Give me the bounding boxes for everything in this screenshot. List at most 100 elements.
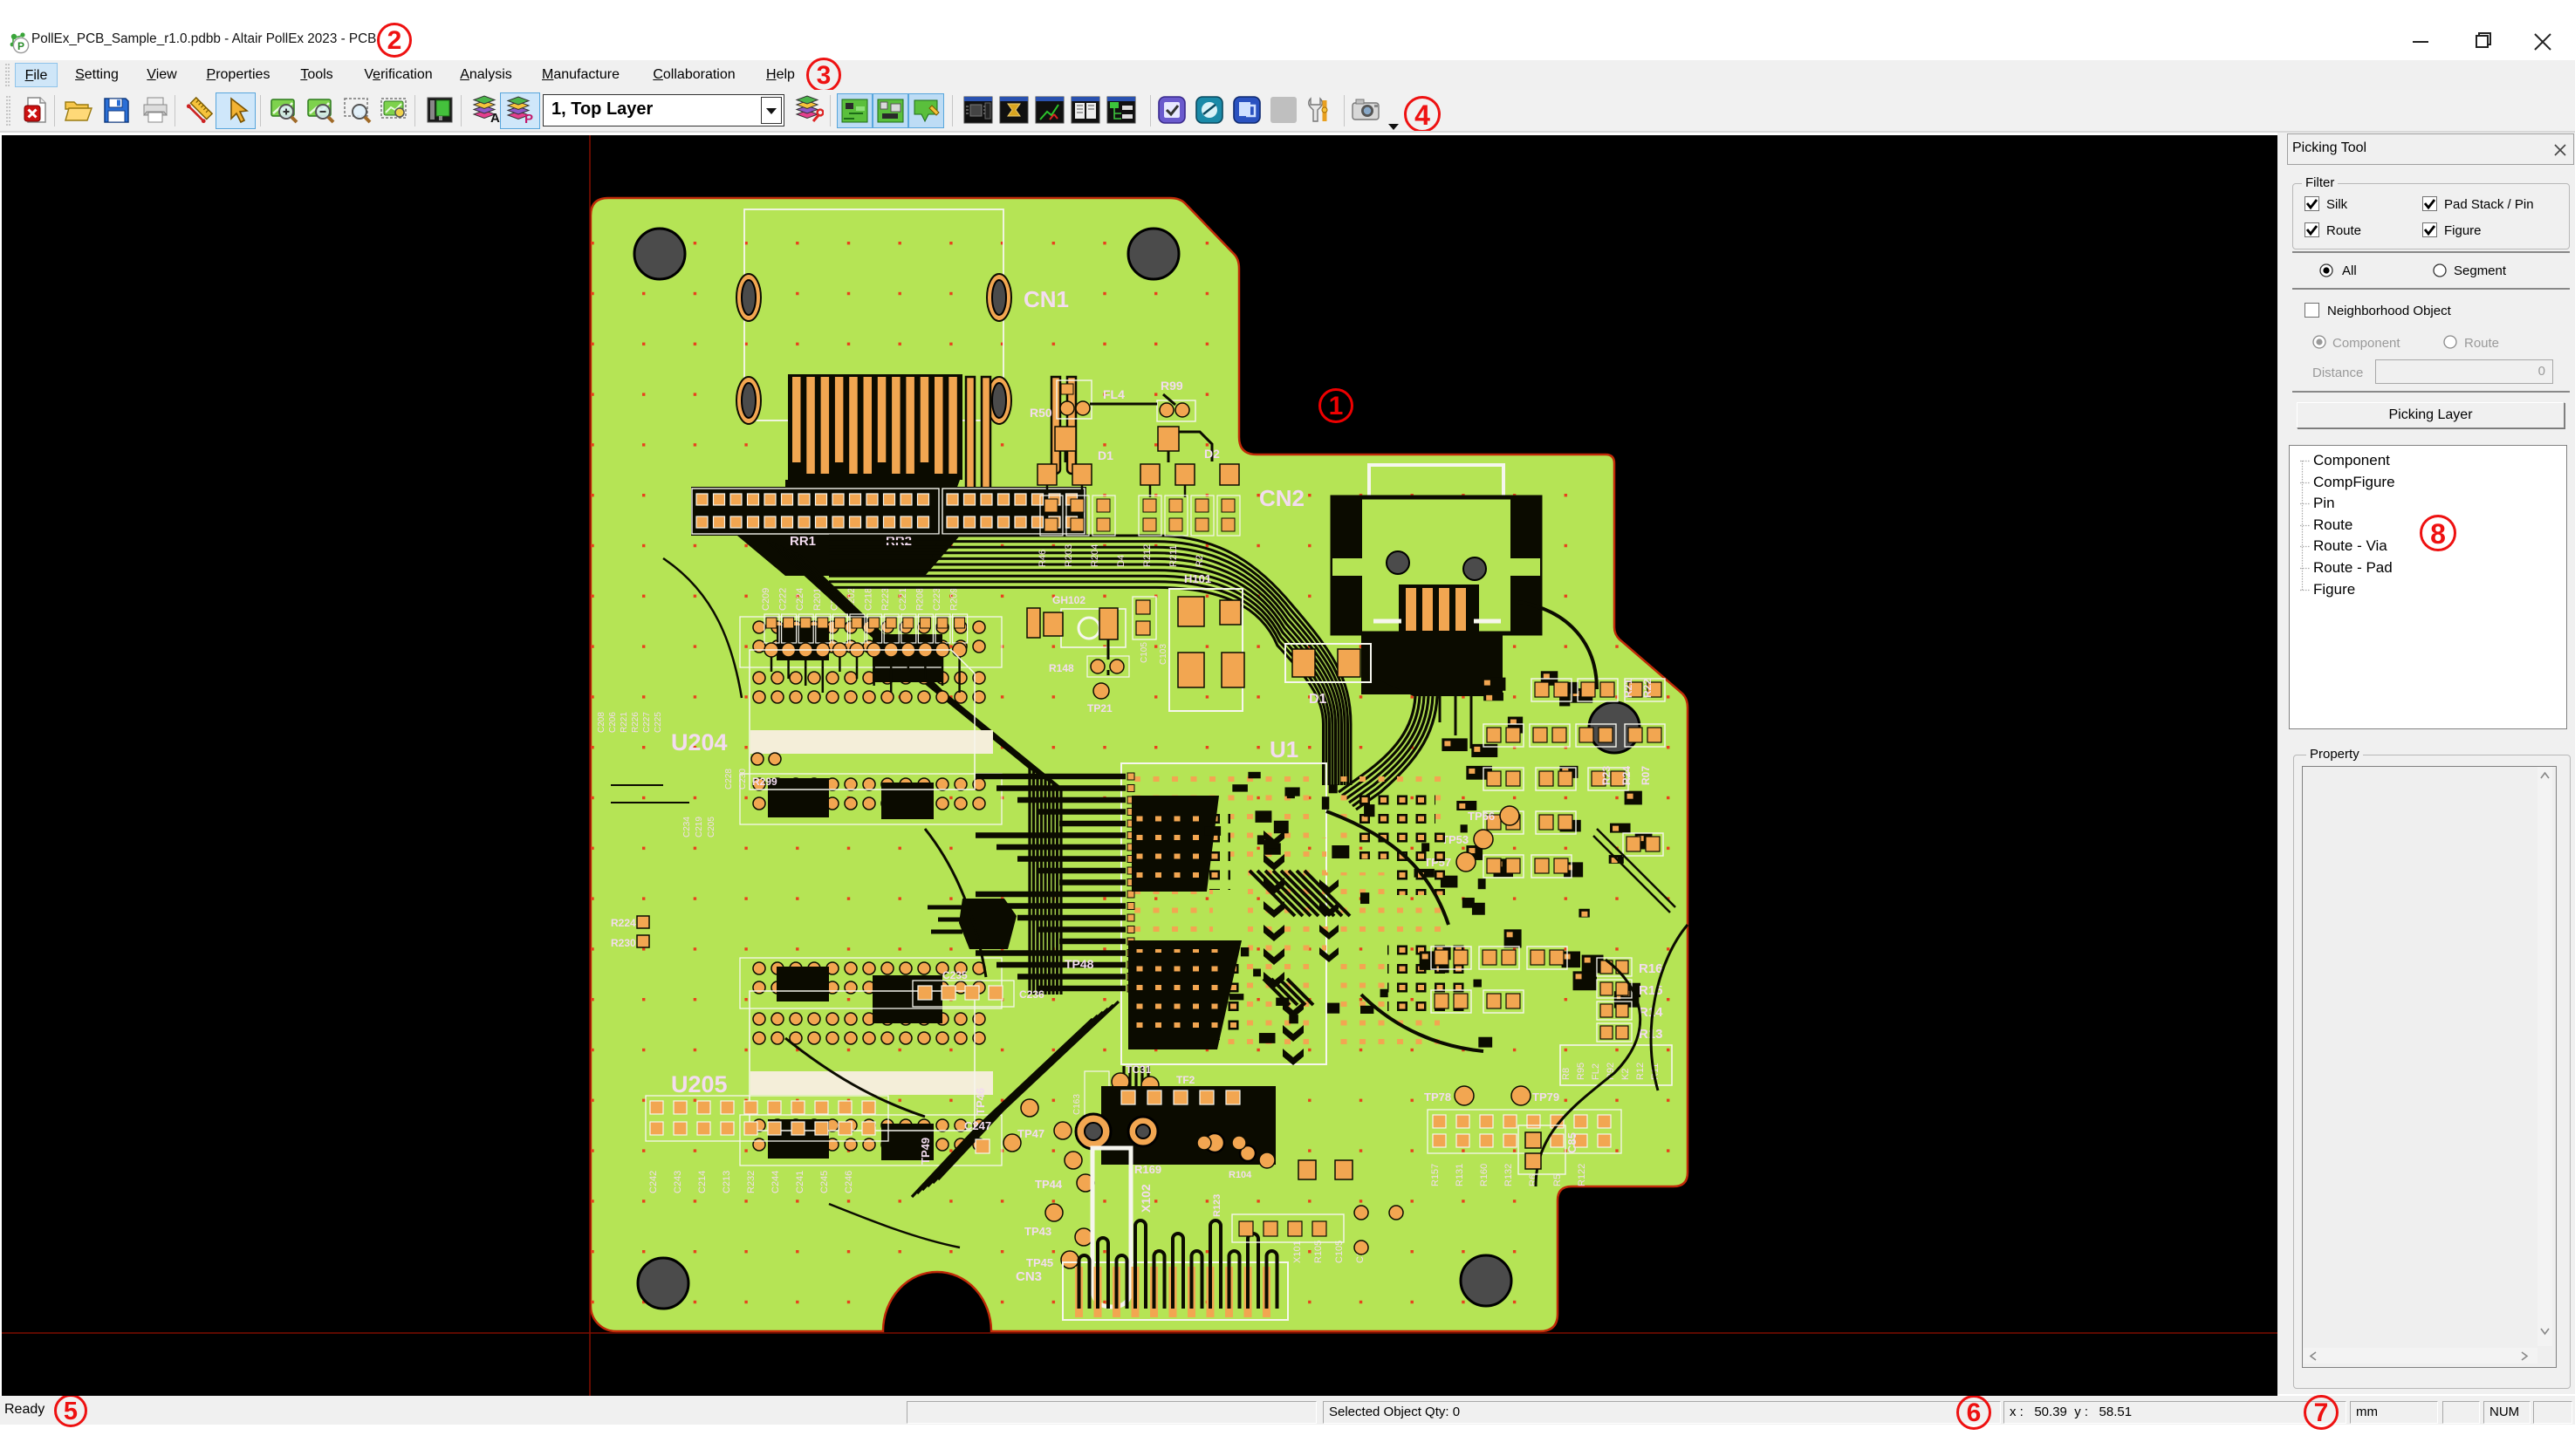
svg-text:R123: R123 (1212, 1194, 1222, 1217)
svg-text:R46: R46 (1038, 550, 1048, 567)
svg-text:TP43: TP43 (1024, 1225, 1051, 1238)
svg-text:CN3: CN3 (1016, 1269, 1042, 1284)
svg-text:C219: C219 (695, 817, 704, 837)
svg-text:D1: D1 (1098, 448, 1113, 462)
svg-text:P: P (524, 112, 533, 126)
svg-text:TP78: TP78 (1424, 1090, 1451, 1104)
svg-text:TP66: TP66 (1468, 810, 1495, 823)
svg-text:R203: R203 (1064, 544, 1074, 567)
svg-text:TP49: TP49 (919, 1138, 932, 1165)
svg-text:R169: R169 (1134, 1163, 1161, 1176)
svg-text:R24: R24 (1620, 766, 1633, 785)
svg-text:D4: D4 (1116, 555, 1127, 567)
svg-text:C235: C235 (942, 969, 968, 981)
svg-text:C247: C247 (964, 1119, 991, 1132)
svg-text:X101: X101 (1292, 1241, 1303, 1263)
svg-text:R208: R208 (914, 588, 925, 611)
svg-text:R22: R22 (1641, 679, 1654, 698)
svg-text:D2: D2 (1204, 447, 1220, 461)
svg-text:TF2: TF2 (1176, 1074, 1195, 1086)
svg-text:P: P (17, 40, 24, 52)
svg-text:C225: C225 (654, 712, 663, 733)
svg-text:C105: C105 (1334, 1241, 1345, 1263)
svg-text:C206: C206 (608, 712, 618, 733)
svg-text:R104: R104 (1229, 1170, 1252, 1180)
svg-text:R131: R131 (1455, 1164, 1465, 1186)
svg-text:R12: R12 (1635, 1063, 1646, 1080)
svg-text:U1: U1 (1270, 736, 1298, 762)
svg-text:R211: R211 (1168, 545, 1179, 567)
svg-text:R232: R232 (746, 1171, 757, 1193)
svg-text:R160: R160 (1479, 1164, 1490, 1186)
svg-text:X102: X102 (1139, 1184, 1153, 1213)
svg-text:C214: C214 (697, 1171, 708, 1193)
svg-text:C218: C218 (864, 588, 874, 611)
svg-text:U204: U204 (671, 729, 728, 755)
svg-text:GH102: GH102 (1052, 594, 1085, 606)
svg-text:C222: C222 (778, 588, 789, 611)
svg-text:TP21: TP21 (1087, 702, 1113, 714)
svg-text:C224: C224 (795, 588, 805, 611)
svg-text:R50: R50 (1030, 406, 1052, 420)
svg-text:C205: C205 (707, 817, 716, 837)
svg-text:C221: C221 (898, 588, 908, 611)
svg-text:C228: C228 (724, 769, 734, 790)
svg-text:R07: R07 (1640, 766, 1652, 785)
svg-text:R209: R209 (949, 588, 960, 611)
svg-text:R223: R223 (880, 588, 891, 611)
svg-text:R157: R157 (1430, 1164, 1441, 1186)
svg-text:R16: R16 (1639, 961, 1663, 976)
svg-text:CN2: CN2 (1259, 485, 1305, 511)
svg-text:R122: R122 (1577, 1164, 1587, 1186)
svg-text:R221: R221 (620, 712, 629, 733)
svg-text:C246: C246 (844, 1171, 854, 1193)
svg-text:D1: D1 (1309, 692, 1327, 707)
svg-text:R224: R224 (611, 917, 636, 929)
svg-text:TP44: TP44 (1035, 1178, 1063, 1191)
svg-text:R21: R21 (1622, 679, 1634, 698)
svg-text:TP48: TP48 (1065, 957, 1094, 971)
svg-text:R299: R299 (752, 776, 777, 788)
svg-text:TC31: TC31 (1126, 1063, 1152, 1076)
svg-text:C244: C244 (770, 1171, 781, 1193)
svg-text:C213: C213 (722, 1171, 732, 1193)
svg-text:R95: R95 (1576, 1063, 1586, 1080)
svg-text:CN1: CN1 (1024, 286, 1069, 312)
svg-text:R148: R148 (1049, 662, 1074, 674)
svg-text:H101: H101 (1184, 572, 1211, 585)
svg-text:TP47: TP47 (1017, 1127, 1044, 1140)
svg-text:RR1: RR1 (790, 534, 816, 549)
svg-text:FL4: FL4 (1103, 387, 1125, 401)
svg-text:A: A (490, 111, 500, 125)
svg-text:R2: R2 (1195, 555, 1205, 567)
svg-text:R99: R99 (1161, 379, 1183, 393)
svg-text:R105: R105 (1313, 1241, 1324, 1263)
svg-text:R230: R230 (611, 937, 636, 949)
svg-text:R5: R5 (1552, 1174, 1563, 1186)
svg-text:TP79: TP79 (1532, 1090, 1559, 1104)
svg-text:U205: U205 (671, 1071, 728, 1097)
svg-text:C103: C103 (1159, 644, 1168, 665)
svg-text:R132: R132 (1503, 1164, 1514, 1186)
svg-text:C234: C234 (682, 817, 692, 837)
svg-text:C236: C236 (1019, 988, 1044, 1001)
svg-text:TP46: TP46 (974, 1088, 987, 1115)
svg-text:C85: C85 (1565, 1132, 1579, 1153)
svg-text:TP45: TP45 (1026, 1256, 1053, 1269)
svg-text:C243: C243 (673, 1171, 683, 1193)
svg-text:C105: C105 (1140, 642, 1149, 663)
svg-text:C245: C245 (819, 1171, 830, 1193)
svg-text:C208: C208 (597, 712, 606, 733)
svg-text:R226: R226 (631, 712, 640, 733)
svg-text:K2: K2 (1620, 1069, 1631, 1080)
svg-text:R201: R201 (812, 588, 823, 611)
svg-text:C230: C230 (738, 769, 748, 790)
svg-text:C242: C242 (648, 1171, 659, 1193)
svg-text:C163: C163 (1072, 1094, 1082, 1115)
svg-text:C223: C223 (932, 588, 942, 611)
svg-text:R212: R212 (1142, 544, 1153, 567)
svg-text:R23: R23 (1600, 766, 1613, 785)
svg-text:C241: C241 (795, 1171, 805, 1193)
svg-text:FL2: FL2 (1591, 1063, 1601, 1080)
svg-text:R8: R8 (1561, 1068, 1572, 1080)
